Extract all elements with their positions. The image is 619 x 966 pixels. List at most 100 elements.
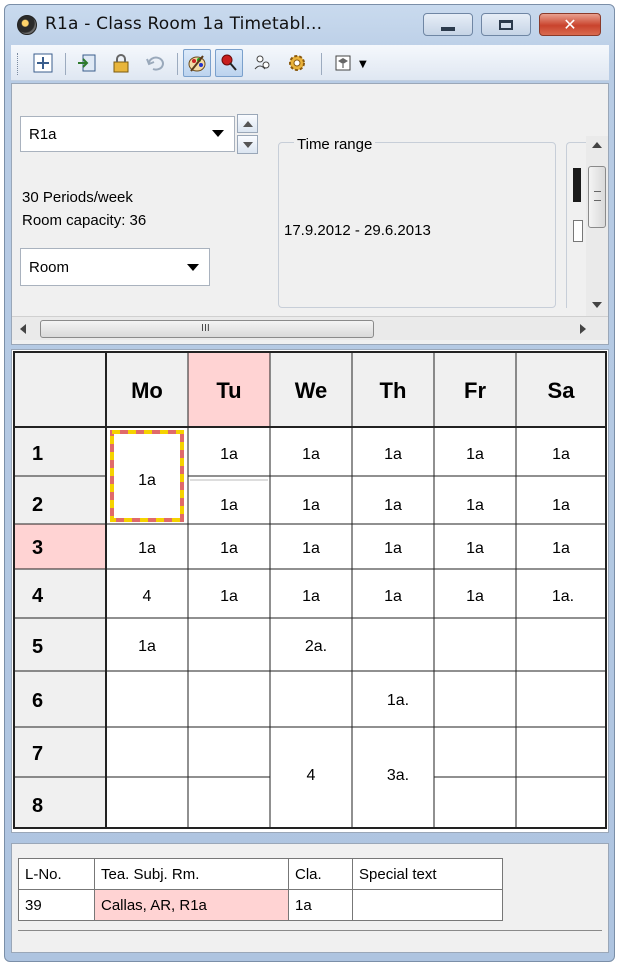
table-row[interactable]: 39 Callas, AR, R1a 1a (18, 889, 503, 921)
spin-up-button[interactable] (237, 114, 258, 133)
col-header-lno[interactable]: L-No. (18, 858, 95, 890)
lesson-cell[interactable]: 1a. (387, 692, 409, 709)
undo-icon (146, 56, 164, 71)
lesson-cell[interactable]: 1a (466, 446, 484, 463)
room-selected-value: R1a (29, 126, 57, 143)
spin-down-button[interactable] (237, 135, 258, 154)
horizontal-scroll-thumb[interactable]: III (40, 320, 374, 338)
lesson-cell[interactable]: 1a (138, 638, 156, 655)
day-header-we[interactable]: We (295, 378, 328, 403)
minimize-icon (441, 26, 455, 31)
toolbar-overflow-icon[interactable]: ▼ (359, 59, 367, 70)
day-header-tu[interactable]: Tu (216, 378, 241, 403)
maximize-button[interactable] (481, 13, 531, 36)
lesson-cell[interactable]: 1a (384, 588, 402, 605)
minimize-button[interactable] (423, 13, 473, 36)
maximize-icon (499, 19, 513, 30)
grid-plus-button[interactable] (29, 49, 57, 77)
scroll-down-icon[interactable] (592, 302, 602, 308)
export-button[interactable] (73, 49, 101, 77)
toolbar: ▼ (11, 45, 609, 81)
period-header-5[interactable]: 5 (32, 636, 43, 658)
teacher-button[interactable] (329, 49, 357, 77)
lesson-cell[interactable]: 1a (302, 540, 320, 557)
title-bar[interactable]: R1a - Class Room 1a Timetabl... ✕ (5, 5, 614, 45)
col-header-special[interactable]: Special text (352, 858, 503, 890)
period-header-1[interactable]: 1 (32, 443, 43, 465)
lesson-cell[interactable]: 4 (143, 588, 152, 605)
period-header-8[interactable]: 8 (32, 795, 43, 817)
lesson-cell[interactable]: 1a (138, 472, 156, 489)
day-header-th[interactable]: Th (380, 378, 407, 403)
traffic-light-icon (573, 168, 581, 202)
day-header-mo[interactable]: Mo (131, 378, 163, 403)
color-palette-icon (188, 55, 206, 72)
lesson-cell[interactable]: 1a (138, 540, 156, 557)
pin-button[interactable] (215, 49, 243, 77)
lesson-cell[interactable]: 1a (552, 540, 570, 557)
grid-plus-icon (33, 53, 53, 73)
toolbar-grip[interactable] (17, 53, 20, 75)
period-header-3[interactable]: 3 (32, 537, 43, 559)
lesson-table: L-No. Tea. Subj. Rm. Cla. Special text 3… (18, 858, 503, 921)
day-header-sa[interactable]: Sa (548, 378, 576, 403)
period-header-7[interactable]: 7 (32, 743, 43, 765)
lesson-cell[interactable]: 1a (302, 446, 320, 463)
undo-button[interactable] (141, 49, 169, 77)
users-icon (254, 55, 270, 70)
scroll-right-icon[interactable] (580, 324, 586, 334)
lesson-cell[interactable]: 1a (466, 588, 484, 605)
cell-class[interactable]: 1a (288, 889, 353, 921)
period-header-6[interactable]: 6 (32, 690, 43, 712)
lesson-cell[interactable]: 1a (220, 446, 238, 463)
lesson-cell[interactable]: 1a (384, 446, 402, 463)
lesson-cell[interactable]: 4 (307, 767, 316, 784)
lesson-cell[interactable]: 1a (220, 497, 238, 514)
time-range-label: Time range (294, 136, 376, 153)
lesson-cell[interactable]: 1a (466, 540, 484, 557)
lesson-cell[interactable]: 2a. (305, 638, 327, 655)
arrow-down-icon (243, 142, 253, 148)
lock-button[interactable] (107, 49, 135, 77)
users-button[interactable] (249, 49, 277, 77)
view-type-dropdown[interactable]: Room (20, 248, 210, 286)
lesson-details-panel: L-No. Tea. Subj. Rm. Cla. Special text 3… (11, 843, 609, 953)
lesson-cell[interactable]: 1a (384, 540, 402, 557)
lesson-cell[interactable]: 1a (220, 588, 238, 605)
scroll-left-icon[interactable] (20, 324, 26, 334)
vertical-scrollbar[interactable] (586, 136, 608, 316)
arrow-up-icon (243, 121, 253, 127)
vertical-scroll-thumb[interactable] (588, 166, 606, 228)
cell-special[interactable] (352, 889, 503, 921)
cell-teacher[interactable]: Callas, AR, R1a (94, 889, 289, 921)
day-header-fr[interactable]: Fr (464, 378, 486, 403)
lesson-cell[interactable]: 1a. (552, 588, 574, 605)
checkbox[interactable] (573, 220, 583, 242)
lesson-cell[interactable]: 1a (552, 497, 570, 514)
col-header-teacher[interactable]: Tea. Subj. Rm. (94, 858, 289, 890)
room-spinner[interactable] (237, 114, 258, 154)
close-button[interactable]: ✕ (539, 13, 601, 36)
lesson-cell[interactable]: 1a (466, 497, 484, 514)
timetable-window: R1a - Class Room 1a Timetabl... ✕ ▼ R1a … (4, 4, 615, 962)
scroll-up-icon[interactable] (592, 142, 602, 148)
cell-lno[interactable]: 39 (18, 889, 95, 921)
view-type-value: Room (29, 259, 70, 276)
horizontal-scrollbar[interactable]: III (12, 316, 608, 340)
period-header-2[interactable]: 2 (32, 494, 43, 516)
col-header-class[interactable]: Cla. (288, 858, 353, 890)
room-dropdown[interactable]: R1a (20, 116, 235, 152)
periods-per-week: 30 Periods/week (22, 189, 133, 206)
divider (18, 930, 602, 931)
lesson-cell[interactable]: 1a (302, 497, 320, 514)
lesson-cell[interactable]: 1a (302, 588, 320, 605)
lesson-cell[interactable]: 1a (384, 497, 402, 514)
hat-icon (335, 55, 351, 71)
period-header-4[interactable]: 4 (32, 585, 44, 607)
lesson-cell[interactable]: 1a (220, 540, 238, 557)
lesson-cell[interactable]: 1a (552, 446, 570, 463)
color-button[interactable] (183, 49, 211, 77)
settings-button[interactable] (283, 49, 311, 77)
lock-icon (113, 54, 129, 73)
lesson-cell[interactable]: 3a. (387, 767, 409, 784)
